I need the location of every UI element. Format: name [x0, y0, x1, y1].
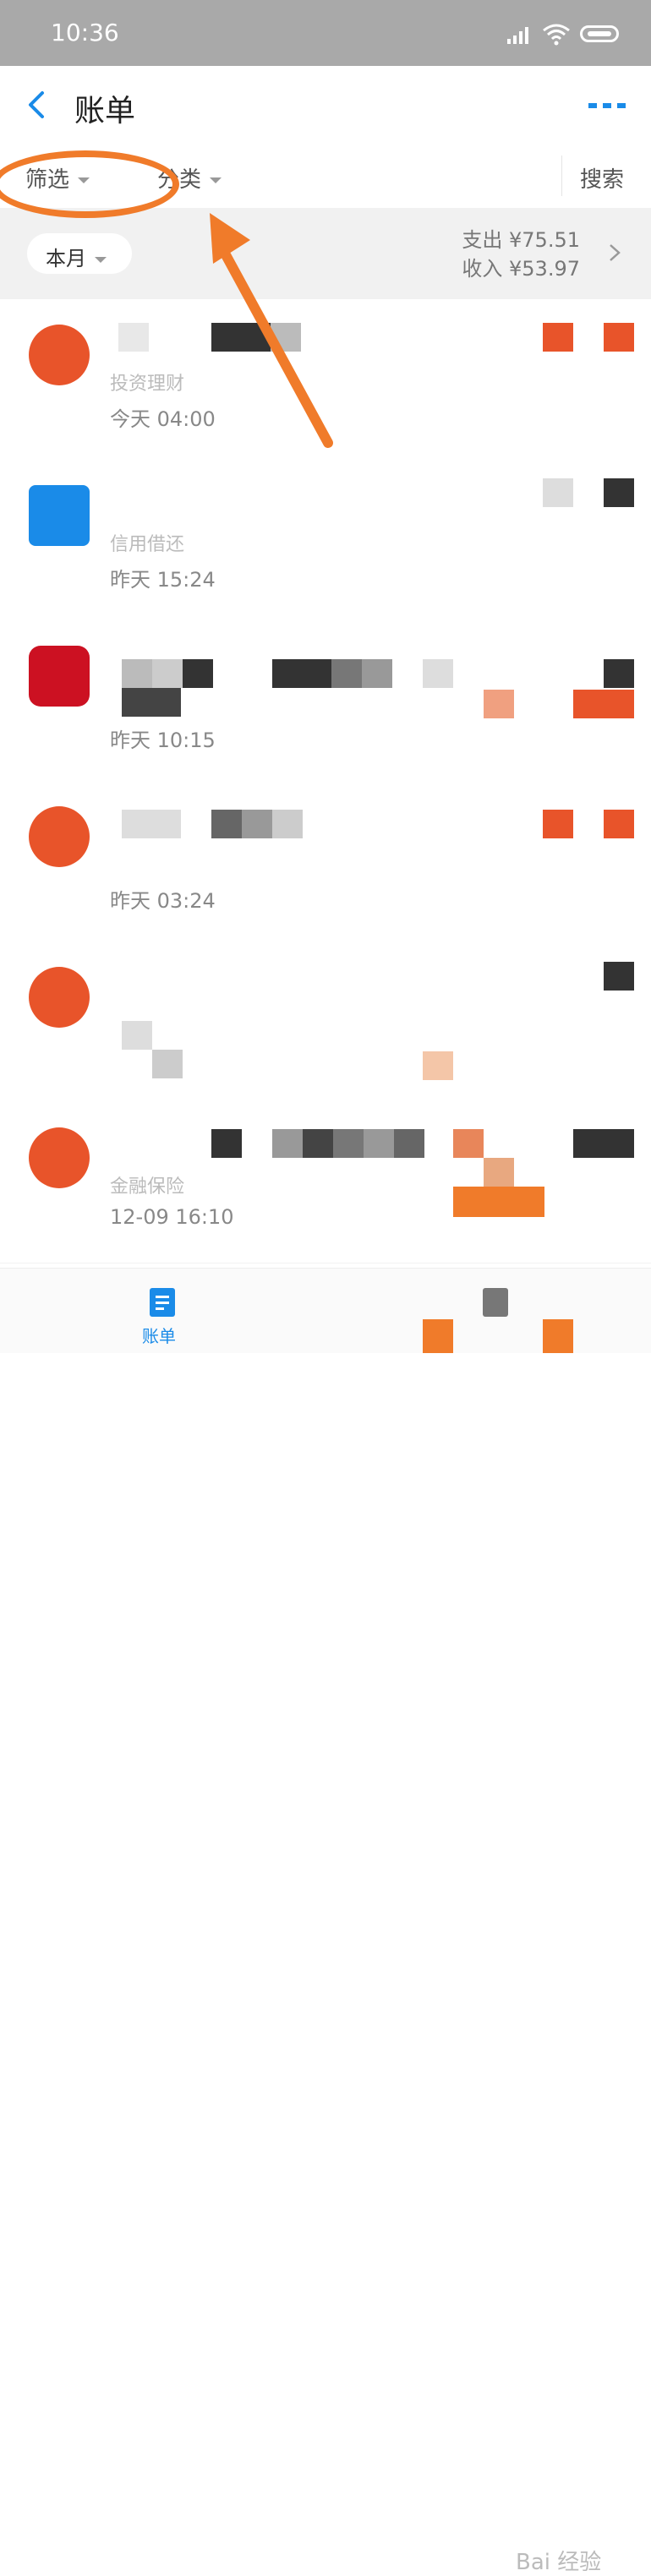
- merchant-icon: [29, 1127, 90, 1188]
- bottom-tab-bar: 账单 Bai 经验: [0, 1268, 651, 2575]
- transaction-time: 昨天 10:15: [110, 729, 216, 752]
- signal-icon: [507, 27, 528, 44]
- list-item[interactable]: 昨天 03:24: [0, 781, 651, 942]
- caret-down-icon: [78, 177, 90, 183]
- transaction-category: 投资理财: [110, 374, 185, 395]
- divider: [561, 156, 562, 196]
- page-title: 账单: [74, 94, 136, 128]
- chevron-right-icon: [610, 244, 621, 261]
- filter-bar: 筛选 分类 搜索: [0, 144, 651, 209]
- app-header: 账单: [0, 66, 651, 145]
- month-label: 本月: [46, 247, 86, 270]
- category-label: 分类: [157, 167, 202, 193]
- list-item[interactable]: 昨天 10:15: [0, 620, 651, 782]
- month-selector[interactable]: 本月: [27, 233, 132, 274]
- document-tab-icon[interactable]: [482, 1287, 509, 1318]
- merchant-icon: [29, 646, 90, 707]
- list-item[interactable]: [0, 941, 651, 1103]
- search-button[interactable]: 搜索: [580, 162, 624, 194]
- wifi-icon: [543, 24, 570, 46]
- battery-icon: [580, 25, 619, 42]
- expense-total: 支出 ¥75.51: [462, 228, 580, 252]
- status-bar: 10:36: [0, 0, 651, 66]
- caret-down-icon: [210, 177, 222, 183]
- merchant-icon: [29, 485, 90, 546]
- transaction-time: 昨天 03:24: [110, 889, 216, 913]
- transaction-time: 昨天 15:24: [110, 568, 216, 592]
- list-item[interactable]: 信用借还 昨天 15:24: [0, 460, 651, 621]
- merchant-icon: [29, 967, 90, 1028]
- tab-bill-label[interactable]: 账单: [142, 1323, 176, 1347]
- transaction-time: 今天 04:00: [110, 407, 216, 431]
- merchant-icon: [29, 325, 90, 385]
- filter-label: 筛选: [25, 167, 70, 193]
- transaction-time: 12-09 16:10: [110, 1205, 234, 1229]
- watermark: Bai 经验: [516, 2550, 602, 2575]
- category-dropdown[interactable]: 分类: [157, 162, 222, 194]
- income-total: 收入 ¥53.97: [462, 257, 580, 281]
- transaction-category: 信用借还: [110, 534, 185, 555]
- filter-dropdown[interactable]: 筛选: [25, 162, 90, 194]
- list-item[interactable]: 投资理财 今天 04:00: [0, 299, 651, 461]
- merchant-icon: [29, 806, 90, 867]
- month-summary[interactable]: 本月 支出 ¥75.51 收入 ¥53.97: [0, 208, 651, 299]
- more-icon[interactable]: [588, 101, 626, 110]
- back-arrow-icon[interactable]: [25, 90, 47, 120]
- bill-tab-icon[interactable]: [149, 1287, 176, 1318]
- caret-down-icon: [95, 256, 107, 263]
- transaction-category: 金融保险: [110, 1176, 185, 1198]
- list-item[interactable]: 金融保险 12-09 16:10: [0, 1102, 651, 1263]
- status-time: 10:36: [51, 19, 119, 46]
